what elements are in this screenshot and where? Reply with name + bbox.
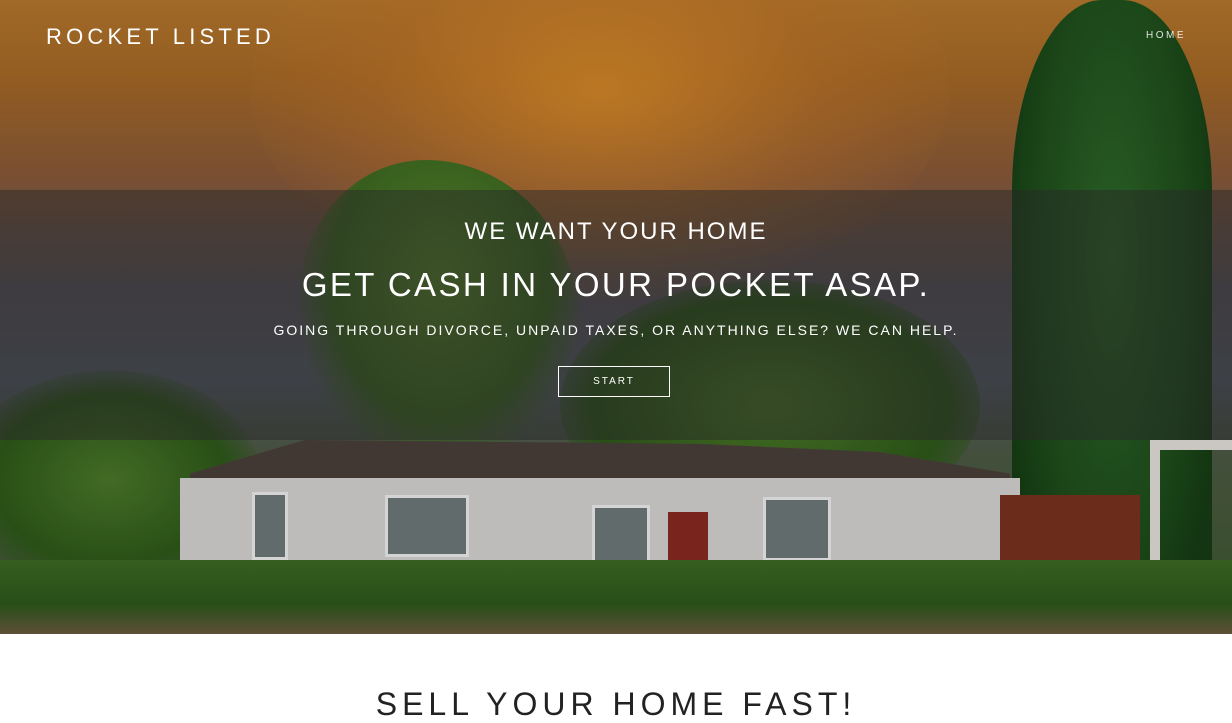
hero-headline-large: GET CASH IN YOUR POCKET ASAP. — [301, 266, 931, 303]
hero-section: ROCKET LISTED HOME WE WANT YOUR HOME GET… — [0, 0, 1232, 634]
section-title: SELL YOUR HOME FAST! — [375, 686, 857, 722]
hero-headline-small: WE WANT YOUR HOME — [464, 218, 768, 245]
nav-home-link[interactable]: HOME — [1146, 30, 1186, 41]
start-button[interactable]: START — [558, 366, 670, 397]
brand-logo-text[interactable]: ROCKET LISTED — [46, 24, 275, 50]
hero-subline: GOING THROUGH DIVORCE, UNPAID TAXES, OR … — [273, 322, 959, 338]
